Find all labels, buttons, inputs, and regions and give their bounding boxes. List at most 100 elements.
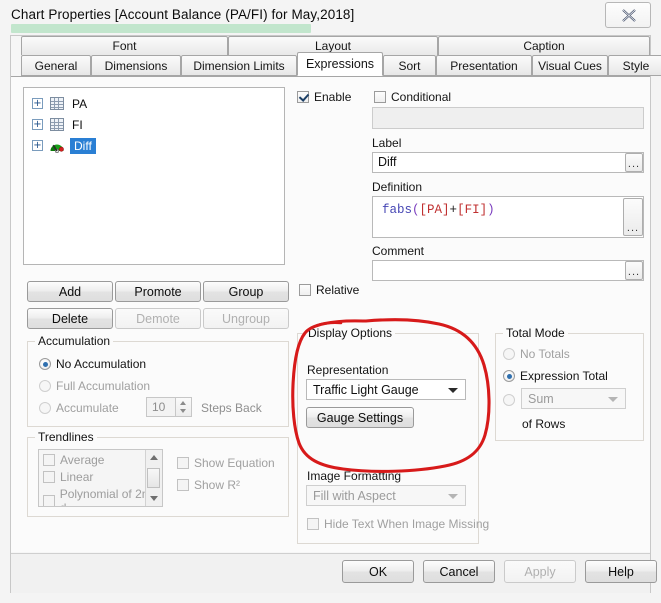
ungroup-button: Ungroup [203, 308, 289, 329]
list-item[interactable]: Average [43, 453, 104, 467]
definition-token: ( [412, 203, 420, 217]
expression-tree[interactable]: + PA + FI + Diff [23, 87, 285, 265]
list-item-label: Average [60, 453, 105, 467]
tab-general[interactable]: General [21, 55, 91, 76]
representation-select[interactable]: Traffic Light Gauge [306, 379, 466, 400]
promote-label: Promote [134, 284, 182, 299]
show-equation-label: Show Equation [194, 456, 275, 470]
definition-token: + [449, 203, 458, 217]
list-item-label: Linear [60, 470, 94, 484]
label-browse-button[interactable]: ... [625, 153, 643, 172]
expander-icon[interactable]: + [32, 98, 43, 109]
dialog-client-area: Font Layout Caption General Dimensions D… [10, 35, 661, 593]
trendlines-scrollbar[interactable] [145, 450, 162, 506]
demote-label: Demote [136, 311, 180, 326]
stepper-buttons[interactable] [175, 398, 191, 416]
expander-icon[interactable]: + [32, 119, 43, 130]
ok-button[interactable]: OK [342, 560, 414, 583]
close-button[interactable] [605, 2, 651, 28]
tab-style[interactable]: Style [608, 55, 661, 76]
checkbox-box [177, 479, 189, 491]
show-r2-checkbox[interactable]: Show R² [177, 478, 240, 492]
radio-label: No Accumulation [56, 357, 147, 371]
tree-item-pa[interactable]: + PA [32, 95, 87, 112]
tab-caption[interactable]: Caption [438, 36, 650, 55]
tab-visual-cues-label: Visual Cues [538, 58, 602, 73]
comment-browse-button[interactable]: ... [625, 261, 643, 280]
tab-font-label: Font [112, 39, 137, 53]
comment-field[interactable] [372, 260, 644, 281]
steps-back-value: 10 [152, 400, 166, 414]
conditional-field[interactable] [372, 107, 644, 129]
image-formatting-select[interactable]: Fill with Aspect [306, 485, 466, 506]
radio-no-totals[interactable]: No Totals [503, 347, 570, 361]
radio-accumulate[interactable]: Accumulate [39, 401, 119, 415]
total-mode-caption: Total Mode [503, 326, 568, 340]
cancel-button[interactable]: Cancel [423, 560, 495, 583]
promote-button[interactable]: Promote [115, 281, 201, 302]
show-equation-checkbox[interactable]: Show Equation [177, 456, 275, 470]
definition-field[interactable]: fabs([PA]+[FI]) [372, 196, 644, 238]
tab-visual-cues[interactable]: Visual Cues [532, 55, 608, 76]
label-field[interactable]: Diff [372, 152, 644, 173]
help-button[interactable]: Help [585, 560, 657, 583]
representation-value: Traffic Light Gauge [313, 382, 419, 397]
tree-item-label: FI [72, 117, 83, 132]
radio-expression-total[interactable]: Expression Total [503, 369, 608, 383]
tab-general-label: General [34, 58, 78, 73]
definition-browse-button[interactable]: ... [623, 198, 643, 236]
gauge-settings-button[interactable]: Gauge Settings [306, 407, 414, 428]
tab-font[interactable]: Font [21, 36, 228, 55]
trendlines-caption: Trendlines [35, 430, 97, 444]
tree-item-fi[interactable]: + FI [32, 116, 83, 133]
relative-checkbox[interactable]: Relative [299, 283, 359, 297]
steps-back-stepper[interactable]: 10 [146, 397, 192, 417]
tab-presentation[interactable]: Presentation [436, 55, 532, 76]
tab-layout-label: Layout [314, 39, 352, 53]
of-rows-label: of Rows [522, 417, 566, 431]
scroll-up-icon[interactable] [150, 455, 158, 460]
add-button[interactable]: Add [27, 281, 113, 302]
add-label: Add [58, 284, 82, 299]
relative-label: Relative [316, 283, 360, 297]
scroll-down-icon[interactable] [150, 496, 158, 501]
cancel-label: Cancel [439, 564, 479, 579]
radio-no-accumulation[interactable]: No Accumulation [39, 357, 146, 371]
tree-item-label: PA [72, 96, 88, 111]
representation-label: Representation [307, 363, 389, 377]
definition-token: [PA] [419, 203, 450, 217]
apply-button: Apply [504, 560, 576, 583]
radio-dot [503, 348, 515, 360]
steps-back-label: Steps Back [201, 401, 262, 415]
image-formatting-value: Fill with Aspect [313, 488, 396, 503]
radio-label: Expression Total [520, 369, 608, 383]
tab-sort[interactable]: Sort [383, 55, 436, 76]
trendlines-list[interactable]: Average Linear Polynomial of 2nd d Polyn… [38, 449, 163, 507]
scroll-thumb[interactable] [147, 468, 160, 488]
aggregation-select[interactable]: Sum [521, 388, 626, 409]
expander-icon[interactable]: + [32, 140, 43, 151]
radio-dot [39, 380, 51, 392]
title-highlight-marker [11, 24, 311, 33]
chart-properties-dialog: Chart Properties [Account Balance (PA/FI… [0, 0, 661, 603]
image-formatting-label: Image Formatting [307, 469, 402, 483]
radio-aggregation[interactable] [503, 394, 515, 406]
tab-expressions[interactable]: Expressions [297, 52, 383, 76]
tab-sort-label: Sort [398, 58, 421, 73]
tab-dimensions[interactable]: Dimensions [91, 55, 181, 76]
delete-button[interactable]: Delete [27, 308, 113, 329]
tab-dimensions-label: Dimensions [104, 58, 168, 73]
radio-full-accumulation[interactable]: Full Accumulation [39, 379, 150, 393]
tree-item-diff[interactable]: + Diff [32, 137, 96, 154]
tab-dimension-limits-label: Dimension Limits [193, 58, 285, 73]
comment-caption: Comment [372, 244, 425, 258]
list-item[interactable]: Linear [43, 470, 93, 484]
hide-text-checkbox[interactable]: Hide Text When Image Missing [307, 517, 489, 531]
grid-icon [50, 118, 64, 131]
checkbox-box [307, 518, 319, 530]
enable-checkbox[interactable]: Enable [297, 90, 351, 104]
tab-dimension-limits[interactable]: Dimension Limits [181, 55, 297, 76]
group-button[interactable]: Group [203, 281, 289, 302]
conditional-checkbox[interactable]: Conditional [374, 90, 451, 104]
checkbox-box [297, 91, 309, 103]
